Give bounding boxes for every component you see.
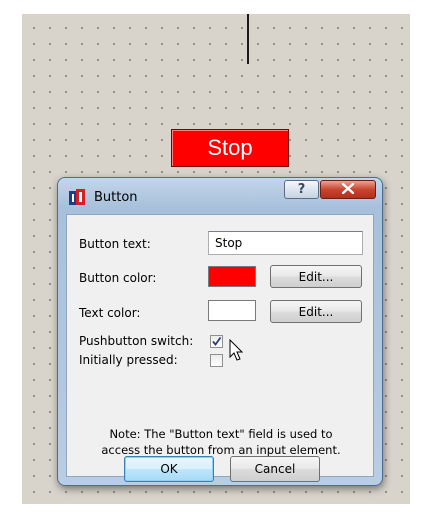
text-color-swatch[interactable] xyxy=(208,300,256,321)
pushbutton-switch-label: Pushbutton switch: xyxy=(79,334,194,348)
button-text-label: Button text: xyxy=(79,237,151,251)
button-dialog: Button ? Button text: Stop Button color:… xyxy=(57,177,383,486)
wire-line xyxy=(247,14,249,64)
initially-pressed-checkbox[interactable] xyxy=(210,354,223,367)
dialog-titlebar[interactable]: Button ? xyxy=(58,178,382,210)
note-line: access the button from an input element. xyxy=(101,443,341,457)
initially-pressed-label: Initially pressed: xyxy=(79,353,178,367)
mouse-cursor-icon xyxy=(229,339,244,361)
note-text: Note: The "Button text" field is used to… xyxy=(79,426,363,458)
text-color-label: Text color: xyxy=(79,306,141,320)
button-text-input[interactable]: Stop xyxy=(208,231,363,255)
dialog-body: Button text: Stop Button color: Edit... … xyxy=(66,214,374,482)
text-color-edit-button[interactable]: Edit... xyxy=(270,300,362,323)
help-button-label: ? xyxy=(297,182,306,197)
dialog-title: Button xyxy=(94,190,138,205)
note-line: Note: The "Button text" field is used to xyxy=(109,427,333,441)
cancel-label: Cancel xyxy=(254,462,296,476)
button-color-edit-button[interactable]: Edit... xyxy=(270,265,362,288)
help-button[interactable]: ? xyxy=(284,180,319,199)
cancel-button[interactable]: Cancel xyxy=(230,456,320,482)
edit-label: Edit... xyxy=(298,304,334,319)
ok-button[interactable]: OK xyxy=(124,456,214,482)
ok-label: OK xyxy=(160,462,178,476)
pushbutton-switch-checkbox[interactable] xyxy=(210,335,223,348)
app-icon xyxy=(69,189,85,205)
button-color-label: Button color: xyxy=(79,271,157,285)
stop-button-widget[interactable]: Stop xyxy=(171,129,289,167)
close-icon xyxy=(341,182,355,197)
button-color-swatch[interactable] xyxy=(208,266,256,287)
close-button[interactable] xyxy=(320,180,376,199)
checkmark-icon xyxy=(212,336,222,346)
edit-label: Edit... xyxy=(298,269,334,284)
